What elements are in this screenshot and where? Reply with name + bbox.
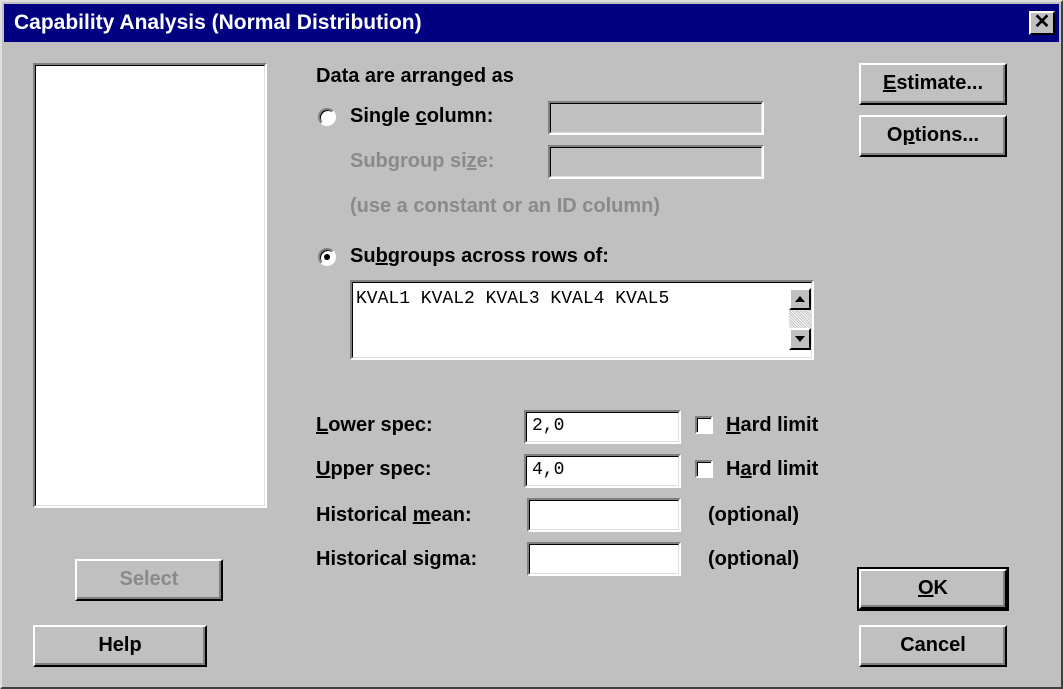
single-column-label: Single column: xyxy=(350,105,494,127)
title-bar: Capability Analysis (Normal Distribution… xyxy=(4,4,1059,42)
arrow-up-icon xyxy=(795,296,805,302)
upper-hard-limit-label: Hard limit xyxy=(726,458,819,480)
window-title: Capability Analysis (Normal Distribution… xyxy=(14,11,422,34)
scroll-up-button[interactable] xyxy=(789,288,811,310)
options-button[interactable]: Options... xyxy=(859,115,1007,157)
cancel-button[interactable]: Cancel xyxy=(859,625,1007,667)
subgroups-across-rows-radio[interactable] xyxy=(318,248,336,266)
historical-sigma-field[interactable] xyxy=(527,542,681,576)
select-button[interactable]: Select xyxy=(75,559,223,601)
estimate-button[interactable]: Estimate... xyxy=(859,63,1007,105)
lower-spec-field[interactable]: 2,0 xyxy=(524,410,681,444)
single-column-field[interactable] xyxy=(548,101,764,135)
subgroups-columns-textarea[interactable]: KVAL1 KVAL2 KVAL3 KVAL4 KVAL5 xyxy=(350,280,814,360)
lower-hard-limit-label: Hard limit xyxy=(726,414,819,436)
ok-button[interactable]: OK xyxy=(857,567,1009,611)
historical-sigma-label: Historical sigma: xyxy=(316,548,478,570)
close-icon: ✕ xyxy=(1033,11,1051,33)
upper-hard-limit-checkbox[interactable] xyxy=(695,460,713,478)
scroll-track[interactable] xyxy=(789,310,811,328)
historical-sigma-optional: (optional) xyxy=(708,548,800,570)
close-button[interactable]: ✕ xyxy=(1029,11,1055,35)
capability-analysis-dialog: Capability Analysis (Normal Distribution… xyxy=(0,0,1063,689)
subgroup-size-field[interactable] xyxy=(548,145,764,179)
id-column-hint: (use a constant or an ID column) xyxy=(350,195,661,217)
single-column-radio[interactable] xyxy=(318,108,336,126)
historical-mean-optional: (optional) xyxy=(708,504,800,526)
historical-mean-label: Historical mean: xyxy=(316,504,472,526)
radio-selected-dot xyxy=(324,254,330,260)
subgroups-across-rows-label: Subgroups across rows of: xyxy=(350,245,609,267)
help-button[interactable]: Help xyxy=(33,625,207,667)
lower-hard-limit-checkbox[interactable] xyxy=(695,416,713,434)
historical-mean-field[interactable] xyxy=(527,498,681,532)
upper-spec-label: Upper spec: xyxy=(316,458,432,480)
variables-list[interactable] xyxy=(33,63,267,508)
lower-spec-label: Lower spec: xyxy=(316,414,433,436)
data-arrangement-heading: Data are arranged as xyxy=(316,65,514,87)
upper-spec-field[interactable]: 4,0 xyxy=(524,454,681,488)
subgroup-size-label: Subgroup size: xyxy=(350,150,495,172)
scroll-down-button[interactable] xyxy=(789,328,811,350)
arrow-down-icon xyxy=(795,336,805,342)
